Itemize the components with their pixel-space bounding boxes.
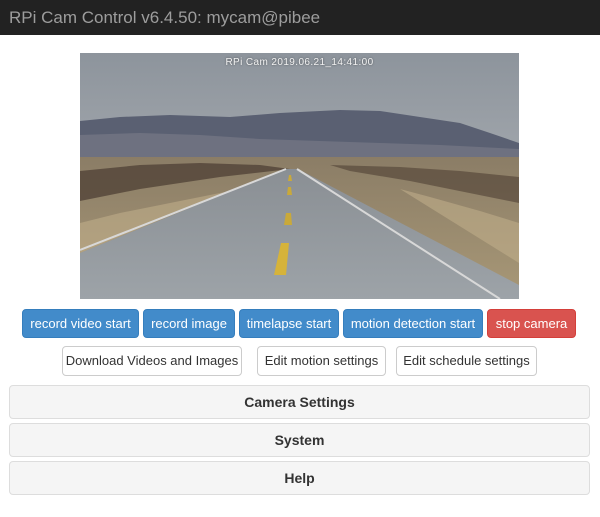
edit-schedule-settings-button[interactable]: Edit schedule settings (396, 346, 537, 376)
edit-motion-settings-button[interactable]: Edit motion settings (257, 346, 386, 376)
app-title[interactable]: RPi Cam Control v6.4.50: mycam@pibee (9, 8, 320, 28)
record-video-button[interactable]: record video start (22, 309, 139, 338)
help-panel[interactable]: Help (9, 461, 590, 495)
stop-camera-button[interactable]: stop camera (487, 309, 576, 338)
motion-detection-button[interactable]: motion detection start (343, 309, 483, 338)
camera-preview-image (80, 53, 519, 299)
camera-settings-panel[interactable]: Camera Settings (9, 385, 590, 419)
preview-timestamp: RPi Cam 2019.06.21_14:41:00 (225, 57, 374, 68)
record-image-button[interactable]: record image (143, 309, 235, 338)
navbar: RPi Cam Control v6.4.50: mycam@pibee (0, 0, 600, 35)
camera-preview[interactable]: RPi Cam 2019.06.21_14:41:00 (80, 53, 519, 299)
download-button[interactable]: Download Videos and Images (62, 346, 242, 376)
system-panel[interactable]: System (9, 423, 590, 457)
timelapse-button[interactable]: timelapse start (239, 309, 339, 338)
